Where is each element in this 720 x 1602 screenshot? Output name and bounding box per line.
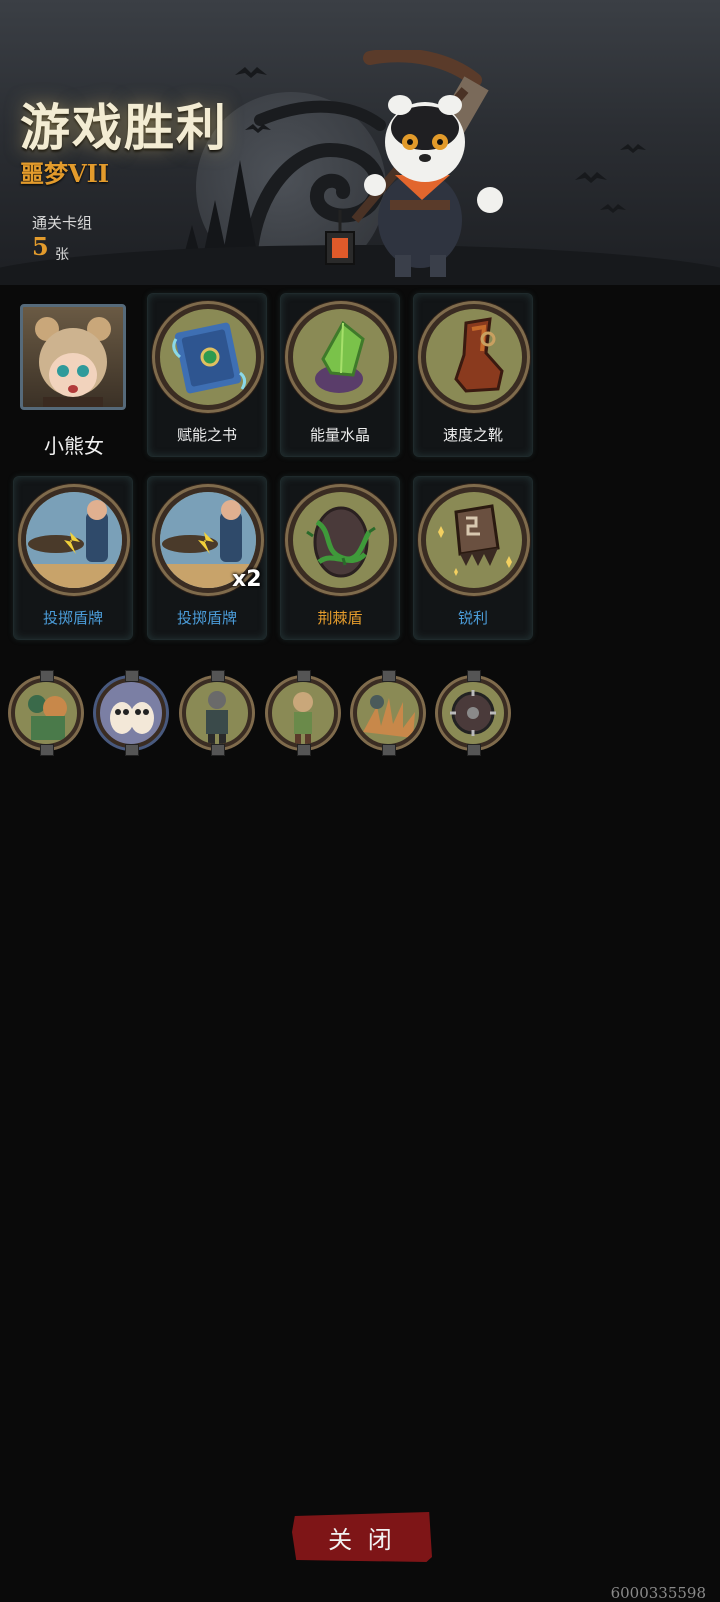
energy-crystal-icon — [315, 320, 365, 393]
token-1[interactable] — [11, 678, 81, 748]
token-tab — [467, 670, 481, 682]
token-6[interactable] — [438, 678, 508, 748]
token-tab — [211, 670, 225, 682]
card-label: 速度之靴 — [442, 426, 503, 444]
card-sharp[interactable]: 锐利 — [413, 476, 533, 640]
token-tab — [211, 744, 225, 756]
bear-warrior-token-icon — [28, 695, 67, 740]
token-tab — [297, 670, 311, 682]
card-thorn-shield[interactable]: 荆棘盾 — [280, 476, 400, 640]
token-tab — [40, 744, 54, 756]
rogue-token-icon — [206, 691, 228, 744]
victory-title: 游戏胜利 — [20, 98, 228, 157]
token-3[interactable] — [182, 678, 252, 748]
card-throw-shield[interactable]: 投掷盾牌 — [13, 476, 133, 640]
card-throw-shield-2[interactable]: x2 投掷盾牌 — [147, 476, 267, 640]
thorn-shield-icon — [306, 506, 376, 578]
card-medal — [421, 487, 527, 593]
token-tab — [382, 744, 396, 756]
hero-name: 小熊女 — [44, 434, 104, 458]
hero-card[interactable]: 小熊女 — [18, 302, 130, 462]
card-label: 投掷盾牌 — [42, 609, 103, 627]
speed-boots-icon — [454, 317, 504, 393]
card-spell-book[interactable]: 赋能之书 — [147, 293, 267, 457]
bear-girl-portrait-icon — [35, 317, 111, 407]
card-medal — [288, 304, 394, 410]
card-medal — [421, 304, 527, 410]
card-energy-crystal[interactable]: 能量水晶 — [280, 293, 400, 457]
watermark-id: 6000335598 — [610, 1584, 706, 1602]
throw-shield-icon — [26, 492, 122, 588]
spiked-shield-token-icon — [450, 690, 496, 736]
deck-count: 5 — [32, 232, 49, 261]
token-tab — [125, 670, 139, 682]
card-medal — [21, 487, 127, 593]
card-medal — [288, 487, 394, 593]
card-medal — [155, 304, 261, 410]
token-4[interactable] — [268, 678, 338, 748]
spiky-beast-token-icon — [363, 695, 415, 738]
card-multiplier: x2 — [232, 567, 262, 592]
token-tab — [125, 744, 139, 756]
token-tab — [382, 670, 396, 682]
victory-banner: 游戏胜利 噩梦VII 通关卡组 5 张 — [0, 0, 720, 285]
card-label: 锐利 — [457, 609, 488, 627]
spell-book-icon — [172, 322, 247, 394]
card-label: 赋能之书 — [176, 426, 237, 444]
girl-hero-token-icon — [293, 692, 313, 744]
token-tab — [40, 670, 54, 682]
card-speed-boots[interactable]: 速度之靴 — [413, 293, 533, 457]
card-label: 能量水晶 — [309, 426, 370, 444]
sharp-icon — [438, 504, 512, 576]
deck-label: 通关卡组 — [32, 214, 93, 232]
close-button[interactable]: 关 闭 — [292, 1512, 432, 1562]
mascot-character — [325, 50, 503, 277]
owls-token-icon — [110, 702, 154, 734]
card-label: 投掷盾牌 — [176, 609, 237, 627]
token-tab — [467, 744, 481, 756]
token-5[interactable] — [353, 678, 423, 748]
deck-count-unit: 张 — [55, 247, 69, 263]
token-tab — [297, 744, 311, 756]
token-2[interactable] — [96, 678, 166, 748]
difficulty-label: 噩梦VII — [20, 159, 110, 188]
card-label: 荆棘盾 — [317, 609, 363, 627]
hero-portrait — [20, 304, 126, 410]
